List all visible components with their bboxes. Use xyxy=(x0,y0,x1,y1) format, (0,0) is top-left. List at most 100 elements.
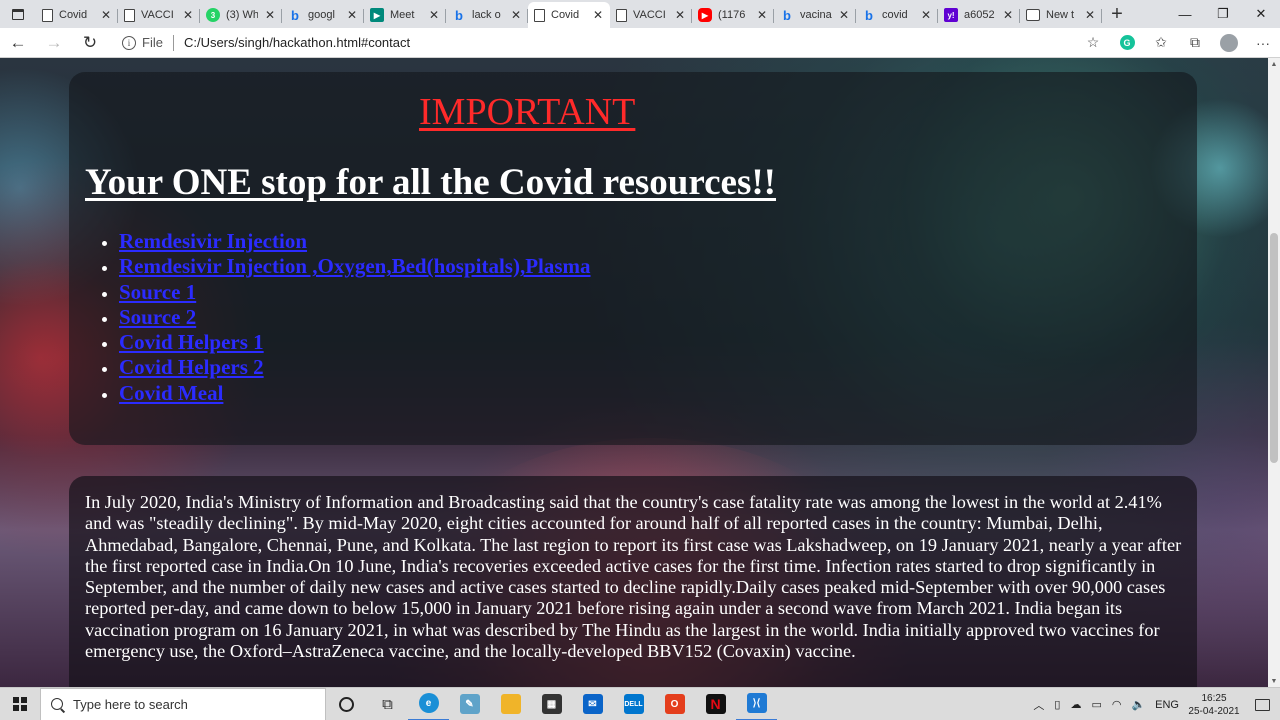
close-window-button[interactable]: ✕ xyxy=(1242,0,1280,28)
link-source-2[interactable]: Source 2 xyxy=(119,305,196,329)
close-icon[interactable]: ✕ xyxy=(674,8,686,22)
link-source-1[interactable]: Source 1 xyxy=(119,280,196,304)
scrollbar-thumb[interactable] xyxy=(1270,233,1278,463)
plus-icon: + xyxy=(1111,2,1123,25)
scroll-down-arrow-icon[interactable]: ▼ xyxy=(1268,675,1280,687)
newtab-icon xyxy=(1026,9,1040,21)
new-tab-button[interactable]: + xyxy=(1102,0,1132,28)
close-icon[interactable]: ✕ xyxy=(920,8,932,22)
settings-menu-button[interactable]: ··· xyxy=(1246,28,1280,58)
link-covid-meal[interactable]: Covid Meal xyxy=(119,381,223,405)
close-icon[interactable]: ✕ xyxy=(838,8,850,22)
address-bar[interactable]: i File C:/Users/singh/hackathon.html#con… xyxy=(108,29,1076,57)
divider xyxy=(172,34,174,51)
close-icon[interactable]: ✕ xyxy=(100,8,112,22)
vscode-icon: ⟩⟨ xyxy=(746,693,767,713)
close-icon[interactable]: ✕ xyxy=(756,8,768,22)
tab-title: VACCI xyxy=(141,9,174,21)
close-icon[interactable]: ✕ xyxy=(510,8,522,22)
mail-icon: ✉ xyxy=(582,694,603,714)
network-button[interactable]: ◠ xyxy=(1107,698,1127,711)
tab-google-search[interactable]: b googl ✕ xyxy=(282,2,364,28)
task-view-button[interactable]: ⧉ xyxy=(367,688,408,720)
tab-vacina[interactable]: b vacina ✕ xyxy=(774,2,856,28)
tab-yahoo[interactable]: y! a6052 ✕ xyxy=(938,2,1020,28)
taskbar-app-office[interactable]: O xyxy=(654,688,695,720)
search-icon xyxy=(51,698,63,710)
list-item: Source 1 xyxy=(119,280,591,305)
volume-button[interactable]: 🔈 xyxy=(1126,698,1150,711)
notification-icon xyxy=(1254,698,1270,711)
link-remdesivir-oxygen-bed-plasma[interactable]: Remdesivir Injection ,Oxygen,Bed(hospita… xyxy=(119,254,591,278)
start-button[interactable] xyxy=(0,688,40,720)
tab-youtube[interactable]: ▶ (1176 ✕ xyxy=(692,2,774,28)
vertical-scrollbar[interactable]: ▲ ▼ xyxy=(1268,58,1280,687)
taskbar-app-notes[interactable]: ✎ xyxy=(449,688,490,720)
task-view-icon: ⧉ xyxy=(382,695,393,713)
refresh-icon: ↻ xyxy=(82,32,98,52)
tab-covid-1[interactable]: Covid ✕ xyxy=(36,2,118,28)
grammarly-extension-button[interactable]: G xyxy=(1110,28,1144,58)
favorite-star-button[interactable]: ☆ xyxy=(1076,28,1110,58)
meet-icon: ▶ xyxy=(370,8,384,22)
more-icon: ··· xyxy=(1256,34,1270,51)
language-indicator[interactable]: ENG xyxy=(1150,699,1184,711)
cortana-button[interactable] xyxy=(326,688,367,720)
cloud-icon: ☁ xyxy=(1070,699,1082,711)
tab-whatsapp[interactable]: 3 (3) Wh ✕ xyxy=(200,2,282,28)
taskbar-app-file-explorer[interactable] xyxy=(490,688,531,720)
taskbar-search-box[interactable]: Type here to search xyxy=(40,687,326,720)
list-item: Remdesivir Injection xyxy=(119,229,591,254)
tab-new-tab[interactable]: New t ✕ xyxy=(1020,2,1102,28)
close-icon[interactable]: ✕ xyxy=(264,8,276,22)
scroll-up-arrow-icon[interactable]: ▲ xyxy=(1268,58,1280,70)
refresh-button[interactable]: ↻ xyxy=(72,28,108,58)
info-icon[interactable]: i xyxy=(122,35,136,50)
forward-button[interactable]: → xyxy=(36,28,72,58)
close-icon[interactable]: ✕ xyxy=(592,8,604,22)
close-icon[interactable]: ✕ xyxy=(346,8,358,22)
battery-button[interactable]: ▭ xyxy=(1086,698,1106,711)
tab-strip: Covid ✕ VACCI ✕ 3 (3) Wh ✕ b googl ✕ ▶ M… xyxy=(0,0,1280,28)
page-icon xyxy=(42,8,53,22)
profile-button[interactable] xyxy=(1212,28,1246,58)
favorites-button[interactable]: ✩ xyxy=(1144,28,1178,58)
notification-center-button[interactable] xyxy=(1244,688,1280,720)
show-hidden-icons-button[interactable]: ︿ xyxy=(1028,697,1049,713)
close-icon[interactable]: ✕ xyxy=(428,8,440,22)
onedrive-button[interactable]: ☁ xyxy=(1065,698,1086,711)
wifi-icon: ◠ xyxy=(1111,699,1122,711)
chevron-up-icon: ︿ xyxy=(1033,699,1045,712)
taskbar-app-edge[interactable]: e xyxy=(408,688,449,720)
taskbar-app-dell[interactable]: DELL xyxy=(613,688,654,720)
tab-covid-active[interactable]: Covid ✕ xyxy=(528,2,610,28)
clock-time: 16:25 xyxy=(1201,692,1227,704)
clock[interactable]: 16:25 25-04-2021 xyxy=(1184,692,1244,718)
close-icon[interactable]: ✕ xyxy=(1084,8,1096,22)
taskbar-app-vscode[interactable]: ⟩⟨ xyxy=(736,688,777,720)
close-icon[interactable]: ✕ xyxy=(182,8,194,22)
collections-button[interactable]: ⧉ xyxy=(1178,28,1212,58)
list-item: Covid Helpers 2 xyxy=(119,355,591,380)
tab-title: VACCI xyxy=(633,9,666,21)
link-covid-helpers-1[interactable]: Covid Helpers 1 xyxy=(119,330,264,354)
tab-vacci-1[interactable]: VACCI ✕ xyxy=(118,2,200,28)
tab-covid-search[interactable]: b covid ✕ xyxy=(856,2,938,28)
bing-icon: b xyxy=(865,7,873,23)
back-button[interactable]: ← xyxy=(0,28,36,58)
minimize-button[interactable]: — xyxy=(1166,0,1204,28)
taskbar-app-netflix[interactable]: N xyxy=(695,688,736,720)
url-text[interactable]: C:/Users/singh/hackathon.html#contact xyxy=(184,35,410,50)
link-remdesivir-injection[interactable]: Remdesivir Injection xyxy=(119,229,307,253)
taskbar-app-store[interactable]: ▦ xyxy=(531,688,572,720)
tab-meet[interactable]: ▶ Meet ✕ xyxy=(364,2,446,28)
close-icon[interactable]: ✕ xyxy=(1002,8,1014,22)
scheme-label: File xyxy=(142,35,163,50)
tab-vacci-2[interactable]: VACCI ✕ xyxy=(610,2,692,28)
link-covid-helpers-2[interactable]: Covid Helpers 2 xyxy=(119,355,264,379)
restore-button[interactable]: ❐ xyxy=(1204,0,1242,28)
tray-device-button[interactable]: ▯ xyxy=(1049,698,1065,711)
taskbar-app-mail[interactable]: ✉ xyxy=(572,688,613,720)
tab-actions-menu-button[interactable] xyxy=(0,0,36,28)
tab-lack-of[interactable]: b lack o ✕ xyxy=(446,2,528,28)
